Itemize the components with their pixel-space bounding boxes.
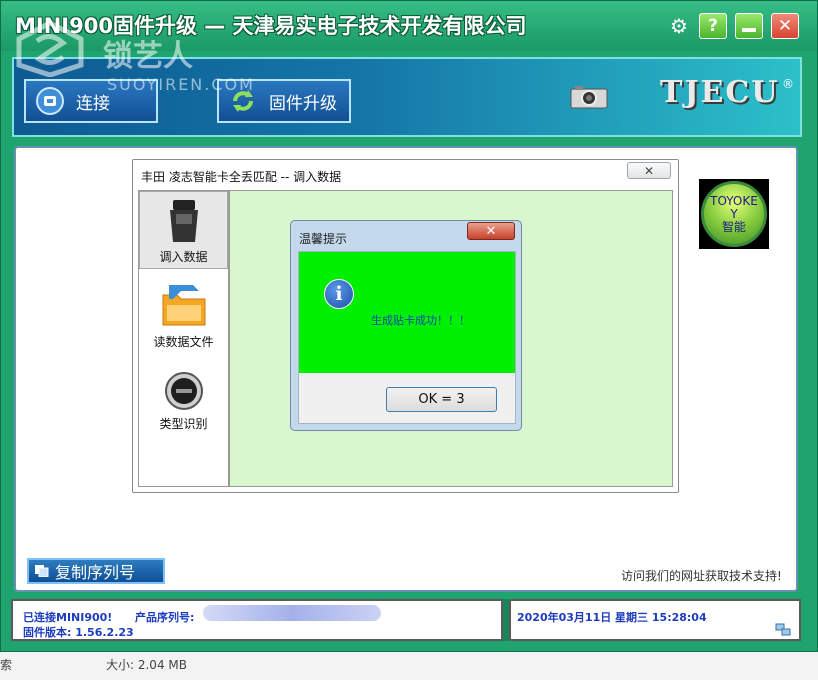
refresh-icon (233, 90, 253, 112)
minimize-button[interactable] (735, 13, 763, 39)
message-box-body: i 生成贴卡成功！！！ OK = 3 (298, 251, 516, 424)
toyokey-line3: 智能 (721, 219, 746, 234)
camera-icon[interactable] (570, 85, 608, 109)
message-box-title: 温馨提示 (299, 232, 348, 246)
info-icon: i (324, 279, 354, 309)
connect-icon (36, 87, 64, 115)
title-bar[interactable]: MINI900固件升级 — 天津易实电子技术开发有限公司 ⚙ ? ✕ (1, 1, 817, 51)
connection-status: 已连接MINI900! (23, 611, 113, 624)
toolbar: 连接 固件升级 TJECU ® (12, 57, 802, 137)
network-icon (775, 623, 791, 636)
connect-label: 连接 (76, 93, 110, 114)
window-title: MINI900固件升级 — 天津易实电子技术开发有限公司 (15, 14, 527, 38)
help-button[interactable]: ? (699, 13, 727, 39)
registered-mark: ® (782, 77, 794, 91)
message-box: 温馨提示 ✕ i 生成贴卡成功！！！ OK = 3 (290, 220, 522, 431)
obd-connector-icon (169, 200, 198, 242)
message-box-close-button[interactable]: ✕ (467, 222, 515, 240)
close-button[interactable]: ✕ (771, 13, 799, 39)
serial-redacted (203, 605, 381, 621)
gear-icon[interactable]: ⚙ (665, 13, 693, 39)
connect-button[interactable]: 连接 (24, 79, 158, 123)
message-area: i 生成贴卡成功！！！ (299, 252, 515, 373)
toyokey-line2: Y (730, 206, 738, 221)
status-bar: 已连接MINI900! 产品序列号: 固件版本: 1.56.2.23 2020年… (11, 599, 801, 641)
dialog-close-button[interactable]: ✕ (627, 162, 671, 179)
footer-fragment: 索 (0, 658, 13, 672)
copy-icon (35, 565, 49, 577)
toyokey-line1: TOYOKE (710, 193, 758, 208)
nav-label-read-file: 读数据文件 (153, 335, 214, 349)
brand-logo: TJECU (660, 75, 780, 110)
toyokey-badge[interactable]: TOYOKE Y 智能 (699, 179, 769, 249)
app-window: MINI900固件升级 — 天津易实电子技术开发有限公司 ⚙ ? ✕ 连接 固件… (0, 0, 818, 652)
status-panel-datetime: 2020年03月11日 星期三 15:28:04 (509, 599, 801, 641)
footer: 索 大小: 2.04 MB (0, 652, 818, 680)
nav-item-read-file[interactable]: 读数据文件 (139, 281, 228, 350)
serial-label: 产品序列号: (135, 611, 195, 624)
folder-icon (162, 285, 205, 326)
start-button-icon (164, 372, 203, 410)
file-size: 大小: 2.04 MB (106, 658, 187, 672)
firmware-upgrade-button[interactable]: 固件升级 (217, 79, 351, 123)
message-text: 生成贴卡成功！！！ (371, 314, 470, 327)
copy-serial-label: 复制序列号 (55, 563, 136, 582)
nav-item-type-detect[interactable]: 类型识别 (139, 371, 228, 432)
minimize-icon (742, 28, 756, 32)
side-nav: 调入数据 读数据文件 类型识别 (138, 190, 229, 487)
firmware-upgrade-label: 固件升级 (269, 93, 337, 114)
toyokey-logo: TOYOKE Y 智能 (701, 181, 767, 247)
copy-serial-button[interactable]: 复制序列号 (27, 558, 165, 584)
firmware-version: 固件版本: 1.56.2.23 (23, 626, 134, 639)
dialog-title: 丰田 凌志智能卡全丢匹配 -- 调入数据 (141, 170, 342, 184)
nav-label-load-data: 调入数据 (159, 250, 208, 264)
datetime: 2020年03月11日 星期三 15:28:04 (517, 611, 707, 624)
nav-item-load-data[interactable]: 调入数据 (139, 191, 228, 269)
status-panel-device: 已连接MINI900! 产品序列号: 固件版本: 1.56.2.23 (11, 599, 503, 641)
ok-button[interactable]: OK = 3 (386, 387, 497, 412)
nav-label-type-detect: 类型识别 (159, 417, 208, 431)
support-link[interactable]: 访问我们的网址获取技术支持! (621, 567, 782, 584)
